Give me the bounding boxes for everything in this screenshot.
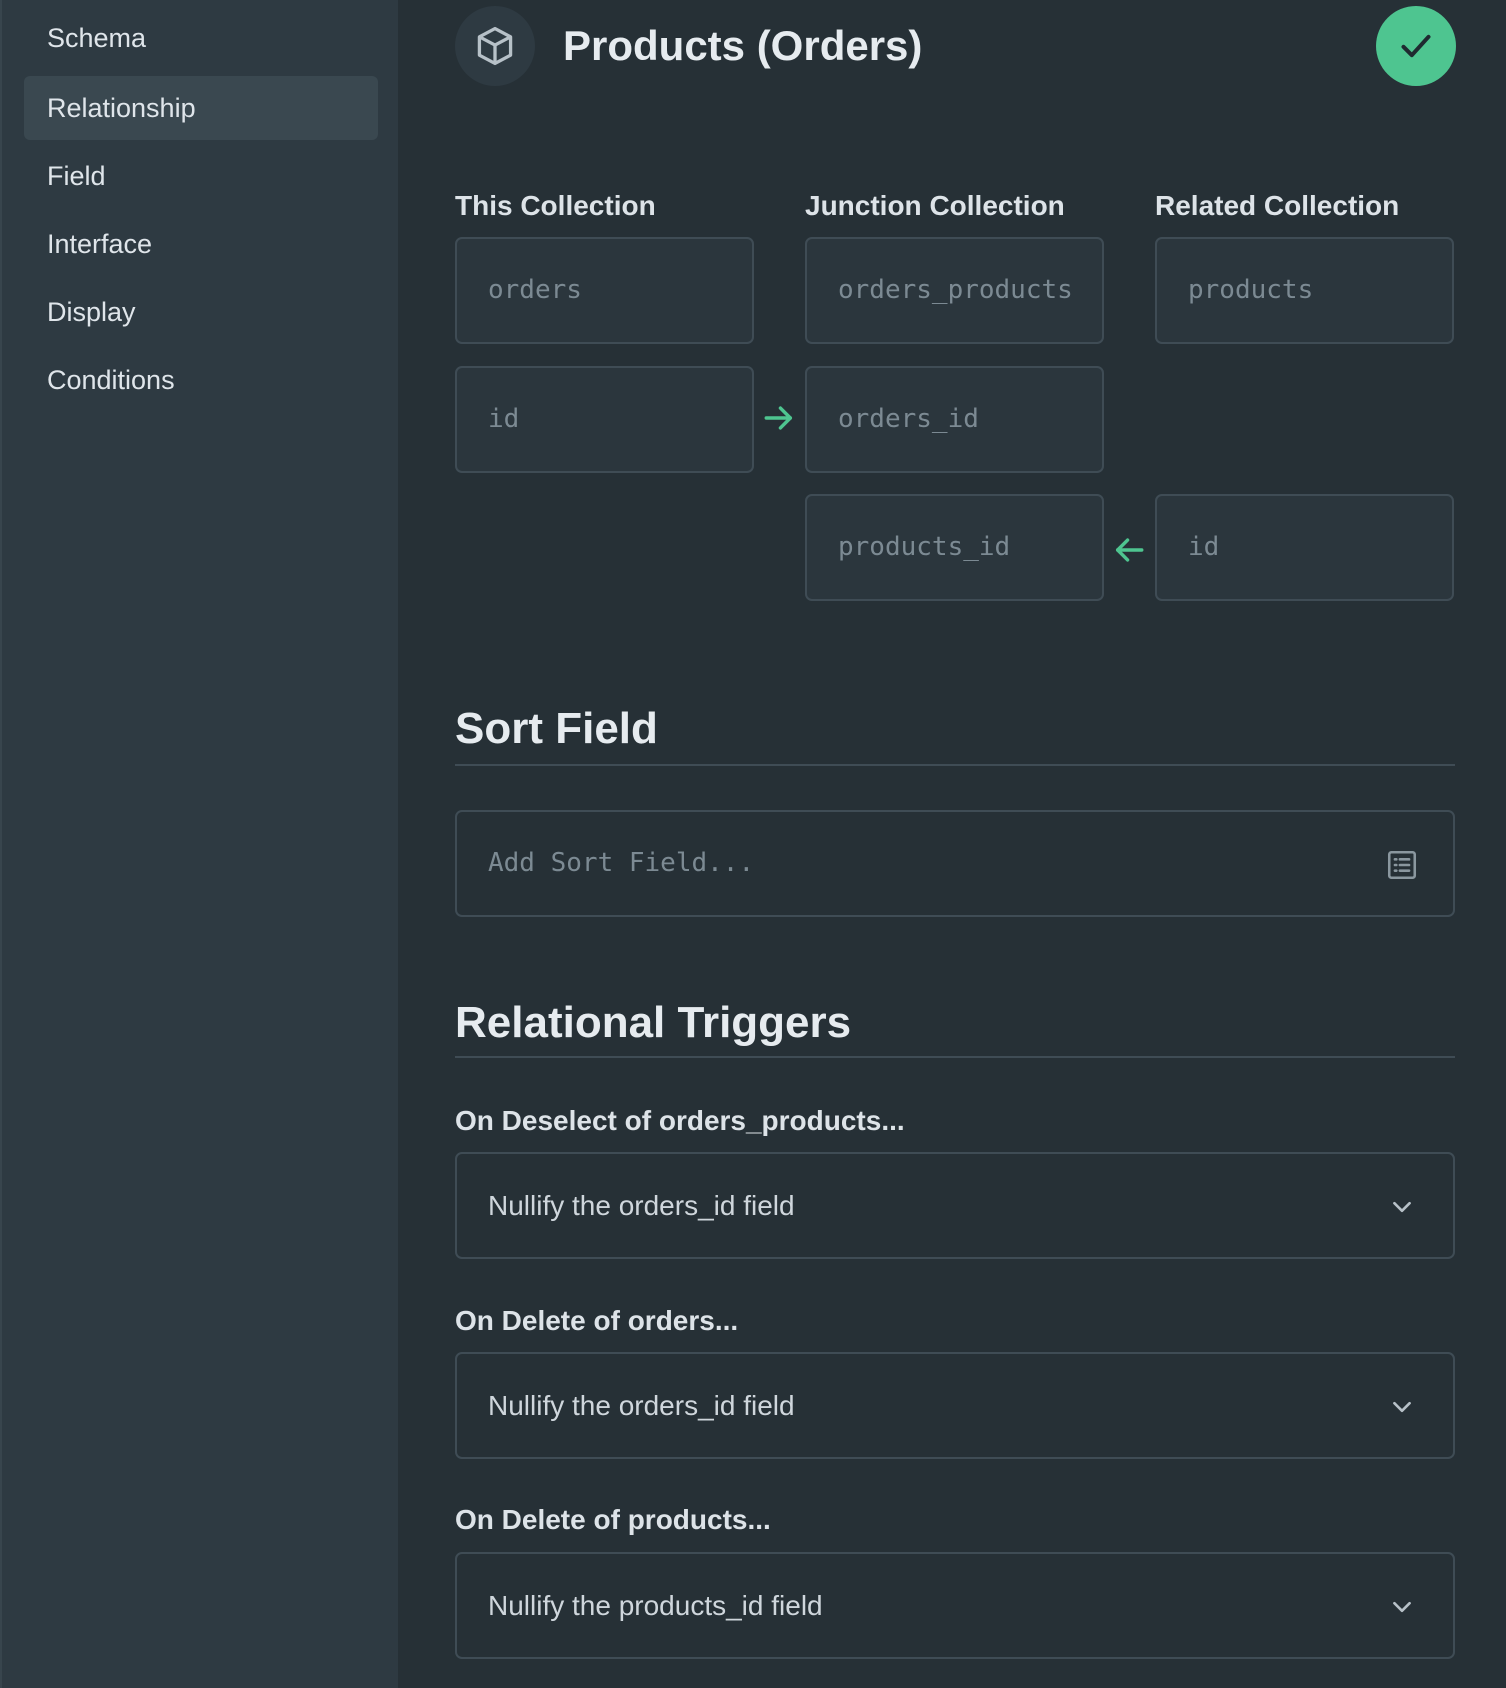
main-content: Products (Orders) This Collection Juncti… [398,0,1506,1688]
check-icon [1401,34,1431,58]
junction-collection-field[interactable]: orders_products [805,237,1104,344]
chevron-down-icon [1393,1401,1411,1413]
this-collection-field[interactable]: orders [455,237,754,344]
on-delete-orders-select[interactable]: Nullify the orders_id field [455,1352,1455,1459]
sort-field-title: Sort Field [455,704,658,753]
sidebar-item-schema[interactable]: Schema [24,6,378,70]
junction-products-field[interactable]: products_id [805,494,1104,601]
arrow-left-icon [1115,538,1144,562]
list-icon[interactable] [1385,848,1419,882]
this-primary-key-field[interactable]: id [455,366,754,473]
sidebar-item-conditions[interactable]: Conditions [24,348,378,412]
sort-field-divider [455,764,1455,766]
related-collection-field[interactable]: products [1155,237,1454,344]
on-deselect-value: Nullify the orders_id field [488,1190,795,1221]
sidebar: Schema Relationship Field Interface Disp… [0,0,398,1688]
on-delete-products-value: Nullify the products_id field [488,1590,823,1621]
chevron-down-icon [1393,1601,1411,1613]
related-collection-label: Related Collection [1155,190,1400,221]
related-primary-key-field[interactable]: id [1155,494,1454,601]
relational-triggers-divider [455,1056,1455,1058]
save-button[interactable] [1376,6,1456,86]
junction-orders-field[interactable]: orders_id [805,366,1104,473]
this-collection-label: This Collection [455,190,656,221]
sidebar-item-interface[interactable]: Interface [24,212,378,276]
on-delete-products-label: On Delete of products... [455,1504,771,1535]
box-icon [455,6,535,86]
sort-field-input[interactable]: Add Sort Field... [455,810,1455,917]
on-delete-orders-value: Nullify the orders_id field [488,1390,795,1421]
chevron-down-icon [1393,1201,1411,1213]
sidebar-item-field[interactable]: Field [24,144,378,208]
junction-collection-label: Junction Collection [805,190,1065,221]
on-delete-products-select[interactable]: Nullify the products_id field [455,1552,1455,1659]
sort-field-placeholder: Add Sort Field... [488,848,755,878]
on-deselect-select[interactable]: Nullify the orders_id field [455,1152,1455,1259]
sidebar-item-relationship[interactable]: Relationship [24,76,378,140]
arrow-right-icon [764,406,793,430]
on-deselect-label: On Deselect of orders_products... [455,1105,905,1136]
on-delete-orders-label: On Delete of orders... [455,1305,739,1336]
sidebar-item-display[interactable]: Display [24,280,378,344]
page-title: Products (Orders) [563,22,923,69]
relational-triggers-title: Relational Triggers [455,998,852,1047]
